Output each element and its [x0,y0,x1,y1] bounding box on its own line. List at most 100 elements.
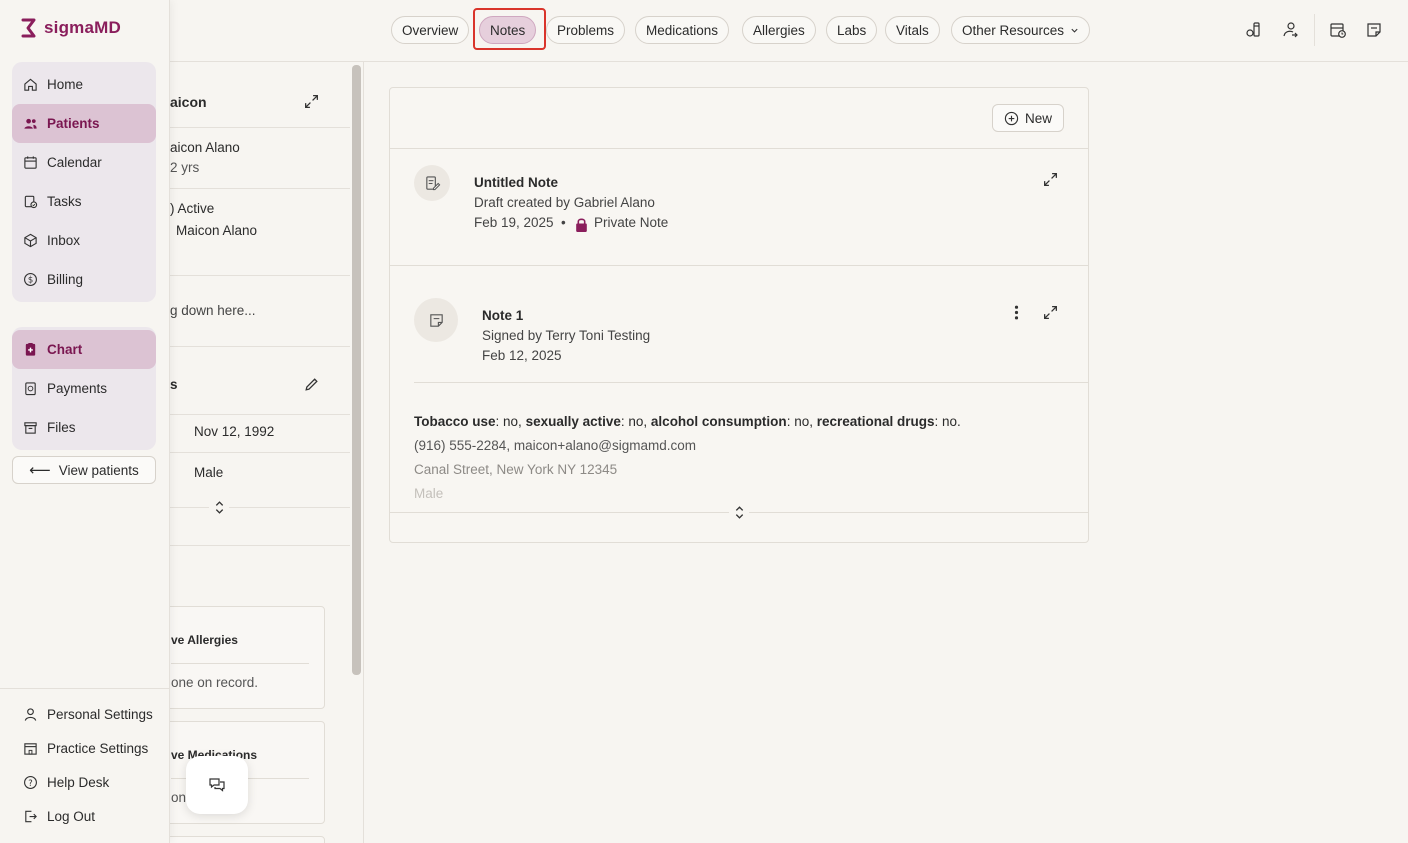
expand-collapse-icon[interactable] [209,497,229,517]
divider [170,507,350,508]
tab-medications[interactable]: Medications [635,16,730,44]
edit-icon[interactable] [301,374,321,394]
expand-icon[interactable] [301,91,321,111]
date-of-birth: Nov 12, 1992 [194,424,275,439]
divider [171,663,309,664]
nav-label: Calendar [47,155,102,170]
logo[interactable]: sigmaMD [20,17,121,39]
divider [170,452,350,453]
note-title[interactable]: Note 1 [482,308,523,323]
plus-circle-icon [1004,111,1019,126]
view-patients-label: View patients [58,462,139,478]
tab-label: Other Resources [962,22,1065,38]
patient-summary-column: aicon aicon Alano 2 yrs ) Active Maicon … [170,62,364,843]
note-subtitle: Draft created by Gabriel Alano [474,195,655,210]
divider [390,265,1088,266]
nav-item-calendar[interactable]: Calendar [12,143,156,182]
divider [170,346,350,347]
sex-line: Male [414,486,444,501]
more-vertical-icon[interactable] [1006,302,1026,322]
card-body: one on record. [171,675,259,690]
patient-status: ) Active [170,201,215,216]
note-signed-icon [414,298,458,342]
toolbar-divider [1314,14,1315,46]
svg-text:?: ? [28,777,32,787]
section-title: s [170,377,178,392]
patient-provider: Maicon Alano [176,223,258,238]
main-nav: Home Patients Calendar Tasks Inbox $ Bil… [12,62,156,302]
nav-item-chart[interactable]: Chart [12,330,156,369]
nav-item-log-out[interactable]: Log Out [0,799,170,833]
nav-item-tasks[interactable]: Tasks [12,182,156,221]
card-title: ve Allergies [171,633,238,647]
lab-order-icon[interactable] [1244,20,1264,40]
nav-label: Practice Settings [47,740,149,756]
expand-icon[interactable] [1040,302,1060,322]
help-icon: ? [23,775,38,790]
nav-item-inbox[interactable]: Inbox [12,221,156,260]
divider [390,148,1088,149]
patient-notes-placeholder[interactable]: g down here... [170,303,256,318]
tab-other-resources[interactable]: Other Resources [951,16,1091,44]
divider [170,127,350,128]
bullet: • [561,215,566,230]
new-note-button[interactable]: New [992,104,1064,132]
expand-collapse-icon[interactable] [729,502,749,522]
address-line: Canal Street, New York NY 12345 [414,462,618,477]
note-content: Tobacco use: no, sexually active: no, al… [414,410,961,506]
nav-item-personal-settings[interactable]: Personal Settings [0,697,170,731]
home-icon [23,77,38,92]
note-title[interactable]: Untitled Note [474,175,558,190]
nav-label: Tasks [47,194,82,209]
habit-label: alcohol consumption [650,414,787,429]
chart-icon [23,342,38,357]
user-icon [23,707,38,722]
notes-panel: New Untitled Note Draft created by Gabri… [389,87,1089,543]
nav-label: Inbox [47,233,81,248]
habit-label: Tobacco use [414,414,496,429]
chat-button[interactable] [186,756,248,814]
nav-label: Log Out [47,808,96,824]
svg-text:$: $ [28,275,33,285]
note-icon[interactable] [1364,20,1384,40]
divider [414,382,1088,383]
nav-label: Help Desk [47,774,110,790]
allergies-card: ve Allergies one on record. [170,606,325,709]
nav-label: Home [47,77,84,92]
tab-overview[interactable]: Overview [391,16,470,44]
note-draft-icon [414,165,450,201]
nav-item-help-desk[interactable]: ? Help Desk [0,765,170,799]
nav-item-home[interactable]: Home [12,65,156,104]
expand-icon[interactable] [1040,169,1060,189]
lock-icon [571,214,591,234]
dollar-icon: $ [23,272,38,287]
divider [170,188,350,189]
note-subtitle: Signed by Terry Toni Testing [482,328,651,343]
nav-item-billing[interactable]: $ Billing [12,260,156,299]
privacy-label: Private Note [594,215,669,230]
nav-item-practice-settings[interactable]: Practice Settings [0,731,170,765]
referral-icon[interactable] [1280,20,1300,40]
nav-label: Payments [47,381,108,396]
tab-vitals[interactable]: Vitals [885,16,940,44]
tab-label: Medications [646,22,719,38]
scrollbar[interactable] [352,65,361,675]
tab-highlight [473,8,546,50]
contact-line: (916) 555-2284, maicon+alano@sigmamd.com [414,438,696,453]
habit-value: : no, [495,414,526,429]
nav-item-files[interactable]: Files [12,408,156,447]
note-date: Feb 12, 2025 [482,348,562,363]
tab-labs[interactable]: Labs [826,16,878,44]
nav-label: Files [47,420,76,435]
nav-item-payments[interactable]: Payments [12,369,156,408]
habits-line: Tobacco use: no, sexually active: no, al… [414,410,961,434]
files-icon [23,420,38,435]
sex-value: Male [194,465,224,480]
building-icon [23,741,38,756]
schedule-icon[interactable] [1328,20,1348,40]
view-patients-button[interactable]: ⟵ View patients [12,456,156,484]
tab-allergies[interactable]: Allergies [742,16,816,44]
divider [170,275,350,276]
tab-problems[interactable]: Problems [546,16,626,44]
nav-item-patients[interactable]: Patients [12,104,156,143]
